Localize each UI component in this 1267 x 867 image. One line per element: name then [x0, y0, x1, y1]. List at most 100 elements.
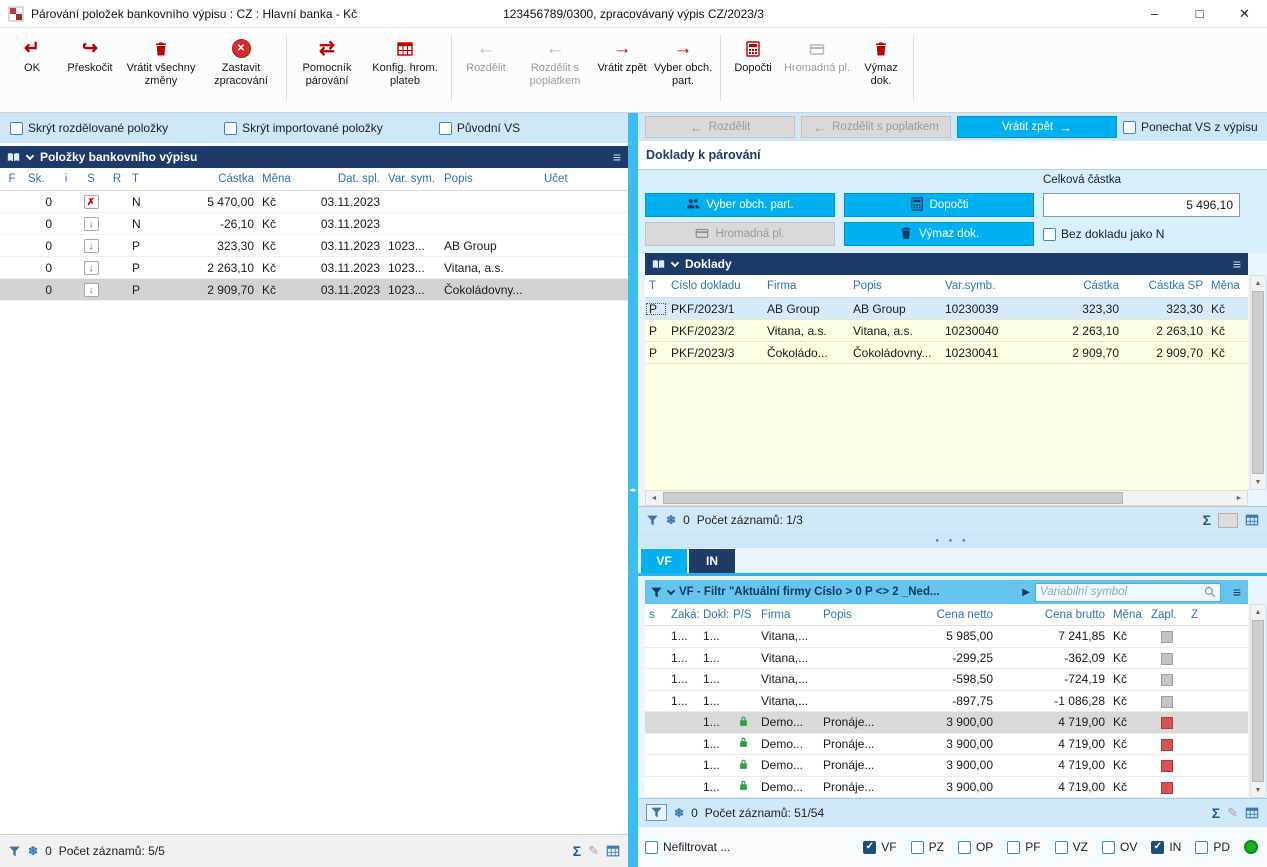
checkbox[interactable]	[1043, 228, 1056, 241]
dopocti-button[interactable]: Dopočti	[844, 193, 1034, 217]
scroll-down-arrow[interactable]: ▼	[1255, 475, 1262, 489]
sum-icon[interactable]: Σ	[1212, 805, 1220, 821]
scroll-up-arrow[interactable]: ▲	[1255, 605, 1262, 619]
column-header[interactable]: Z	[1187, 609, 1209, 621]
scrollbar-thumb[interactable]	[663, 492, 1123, 504]
column-header[interactable]: Účet	[540, 173, 592, 185]
inactive-button[interactable]	[1218, 513, 1238, 528]
edit-pencil-icon[interactable]: ✎	[1227, 805, 1238, 821]
column-header[interactable]: Popis	[849, 280, 941, 292]
filter-ov-checkbox[interactable]: OV	[1102, 840, 1137, 854]
hamburger-menu-icon[interactable]: ≡	[613, 150, 621, 164]
scrollbar-thumb[interactable]	[1252, 291, 1264, 474]
toolbar-vymaz-dok-button[interactable]: Výmaz dok.	[853, 33, 909, 88]
edit-pencil-icon[interactable]: ✎	[588, 843, 599, 859]
table-row[interactable]: 1... 1... Vitana,... -598,50 -724,19 Kč	[645, 669, 1248, 691]
column-header[interactable]: Dat. spl.	[300, 173, 384, 185]
checkbox[interactable]	[1102, 841, 1115, 854]
splitter-handle[interactable]: ● ● ●	[935, 538, 969, 544]
ponechat-vs-checkbox[interactable]: Ponechat VS z výpisu	[1123, 120, 1258, 134]
minimize-button[interactable]: –	[1132, 0, 1177, 27]
column-header[interactable]: Sk.	[24, 173, 56, 185]
filter-in-checkbox[interactable]: IN	[1151, 840, 1181, 854]
column-header[interactable]: Firma	[763, 280, 849, 292]
toolbar-vratit-vsechny-zmeny-button[interactable]: Vrátit všechny změny	[122, 33, 200, 88]
column-header[interactable]: Částka	[154, 173, 258, 185]
hromadna-pl-button[interactable]: Hromadná pl.	[645, 222, 835, 246]
table-row[interactable]: 0 N 5 470,00 Kč 03.11.2023	[0, 191, 628, 213]
column-header[interactable]: T	[645, 280, 667, 292]
column-header[interactable]: Měna	[1207, 280, 1243, 292]
tab-vf[interactable]: VF	[641, 549, 687, 573]
checkbox[interactable]	[10, 122, 23, 135]
title-bar[interactable]: Párování položek bankovního výpisu : CZ …	[0, 0, 1267, 28]
toolbar-hromadna-pl-button[interactable]: Hromadná pl.	[781, 33, 853, 75]
toolbar-ok-button[interactable]: ↵ OK	[6, 33, 58, 75]
hamburger-menu-icon[interactable]: ≡	[1226, 580, 1248, 604]
column-header[interactable]: Popis	[440, 173, 540, 185]
toolbar-pomocnik-parovani-button[interactable]: ⇄ Pomocník párování	[291, 33, 363, 88]
checkbox[interactable]	[224, 122, 237, 135]
column-header[interactable]: R	[106, 173, 128, 185]
vertical-splitter[interactable]: ◂▸	[628, 113, 638, 867]
table-row[interactable]: 0 P 2 263,10 Kč 03.11.2023 1023... Vitan…	[0, 257, 628, 279]
checkbox[interactable]	[958, 841, 971, 854]
table-row[interactable]: 1... 1... Vitana,... 5 985,00 7 241,85 K…	[645, 626, 1248, 648]
table-row[interactable]: 1... Demo... Pronáje... 3 900,00 4 719,0…	[645, 755, 1248, 777]
total-amount-input[interactable]: 5 496,10	[1043, 193, 1240, 217]
table-row[interactable]: P PKF/2023/2 Vitana, a.s. Vitana, a.s. 1…	[645, 320, 1248, 342]
filter-vertical-scrollbar[interactable]: ▲ ▼	[1250, 604, 1266, 798]
snowflake-icon[interactable]: ❄	[28, 844, 38, 858]
checkbox[interactable]	[1195, 841, 1208, 854]
close-button[interactable]: ✕	[1222, 0, 1267, 27]
filter-funnel-icon[interactable]	[646, 514, 659, 527]
table-row[interactable]: 0 N -26,10 Kč 03.11.2023	[0, 213, 628, 235]
rozdelit-s-poplatkem-button[interactable]: ← Rozdělit s poplatkem	[801, 116, 951, 138]
column-header[interactable]: Částka SP	[1123, 280, 1207, 292]
filter-pf-checkbox[interactable]: PF	[1007, 840, 1040, 854]
horizontal-splitter[interactable]: ● ● ●	[638, 533, 1267, 548]
hide-imported-items-checkbox[interactable]: Skrýt importované položky	[224, 121, 383, 135]
column-header[interactable]: Měna	[1109, 609, 1147, 621]
checkbox[interactable]	[645, 841, 658, 854]
column-header[interactable]: s	[645, 609, 667, 621]
horizontal-scrollbar[interactable]: ◄ ►	[645, 490, 1248, 506]
table-row[interactable]: P PKF/2023/1 AB Group AB Group 10230039 …	[645, 298, 1248, 320]
bez-dokladu-checkbox[interactable]: Bez dokladu jako N	[1043, 227, 1240, 241]
hamburger-menu-icon[interactable]: ≡	[1233, 257, 1241, 271]
chevron-down-icon[interactable]	[667, 586, 675, 594]
table-row[interactable]: 1... 1... Vitana,... -299,25 -362,09 Kč	[645, 648, 1248, 670]
toolbar-zastavit-zpracovani-button[interactable]: ✕ Zastavit zpracování	[200, 33, 282, 88]
table-view-icon[interactable]	[1245, 513, 1259, 527]
run-filter-icon[interactable]: ▶	[1022, 587, 1030, 598]
table-row[interactable]: 0 P 2 909,70 Kč 03.11.2023 1023... Čokol…	[0, 279, 628, 301]
column-header[interactable]: Var.symb.	[941, 280, 1035, 292]
toolbar-preskocit-button[interactable]: ↪ Přeskočit	[58, 33, 122, 75]
vyber-obch-part-button[interactable]: Vyber obch. part.	[645, 193, 835, 217]
toolbar-konfig-hrom-plateb-button[interactable]: Konfig. hrom. plateb	[363, 33, 447, 88]
scroll-down-arrow[interactable]: ▼	[1255, 783, 1262, 797]
toolbar-rozdelit-s-poplatkem-button[interactable]: ← Rozdělit s poplatkem	[516, 33, 594, 88]
checkbox[interactable]	[1123, 121, 1136, 134]
hide-split-items-checkbox[interactable]: Skrýt rozdělované položky	[10, 121, 168, 135]
filter-vz-checkbox[interactable]: VZ	[1055, 840, 1088, 854]
active-filter-indicator[interactable]	[646, 804, 667, 821]
column-header[interactable]: Zapl.	[1147, 609, 1187, 621]
column-header[interactable]: Popis	[819, 609, 893, 621]
checkbox[interactable]	[439, 122, 452, 135]
toolbar-dopocti-button[interactable]: Dopočti	[725, 33, 781, 75]
checkbox[interactable]	[1007, 841, 1020, 854]
filter-pd-checkbox[interactable]: PD	[1195, 840, 1230, 854]
nefiltrovat-checkbox[interactable]: Nefiltrovat ...	[645, 840, 730, 854]
scroll-up-arrow[interactable]: ▲	[1255, 276, 1262, 290]
column-header[interactable]: Cena brutto	[997, 609, 1109, 621]
filter-funnel-icon[interactable]	[650, 586, 663, 599]
tab-in[interactable]: IN	[689, 549, 735, 573]
column-header[interactable]: Firma	[757, 609, 819, 621]
table-view-icon[interactable]	[1245, 806, 1259, 820]
doklady-vertical-scrollbar[interactable]: ▲ ▼	[1250, 275, 1266, 490]
toolbar-rozdelit-button[interactable]: ← Rozdělit	[456, 33, 516, 75]
chevron-down-icon[interactable]	[671, 258, 679, 266]
original-vs-checkbox[interactable]: Původní VS	[439, 121, 520, 135]
checkbox[interactable]	[863, 841, 876, 854]
